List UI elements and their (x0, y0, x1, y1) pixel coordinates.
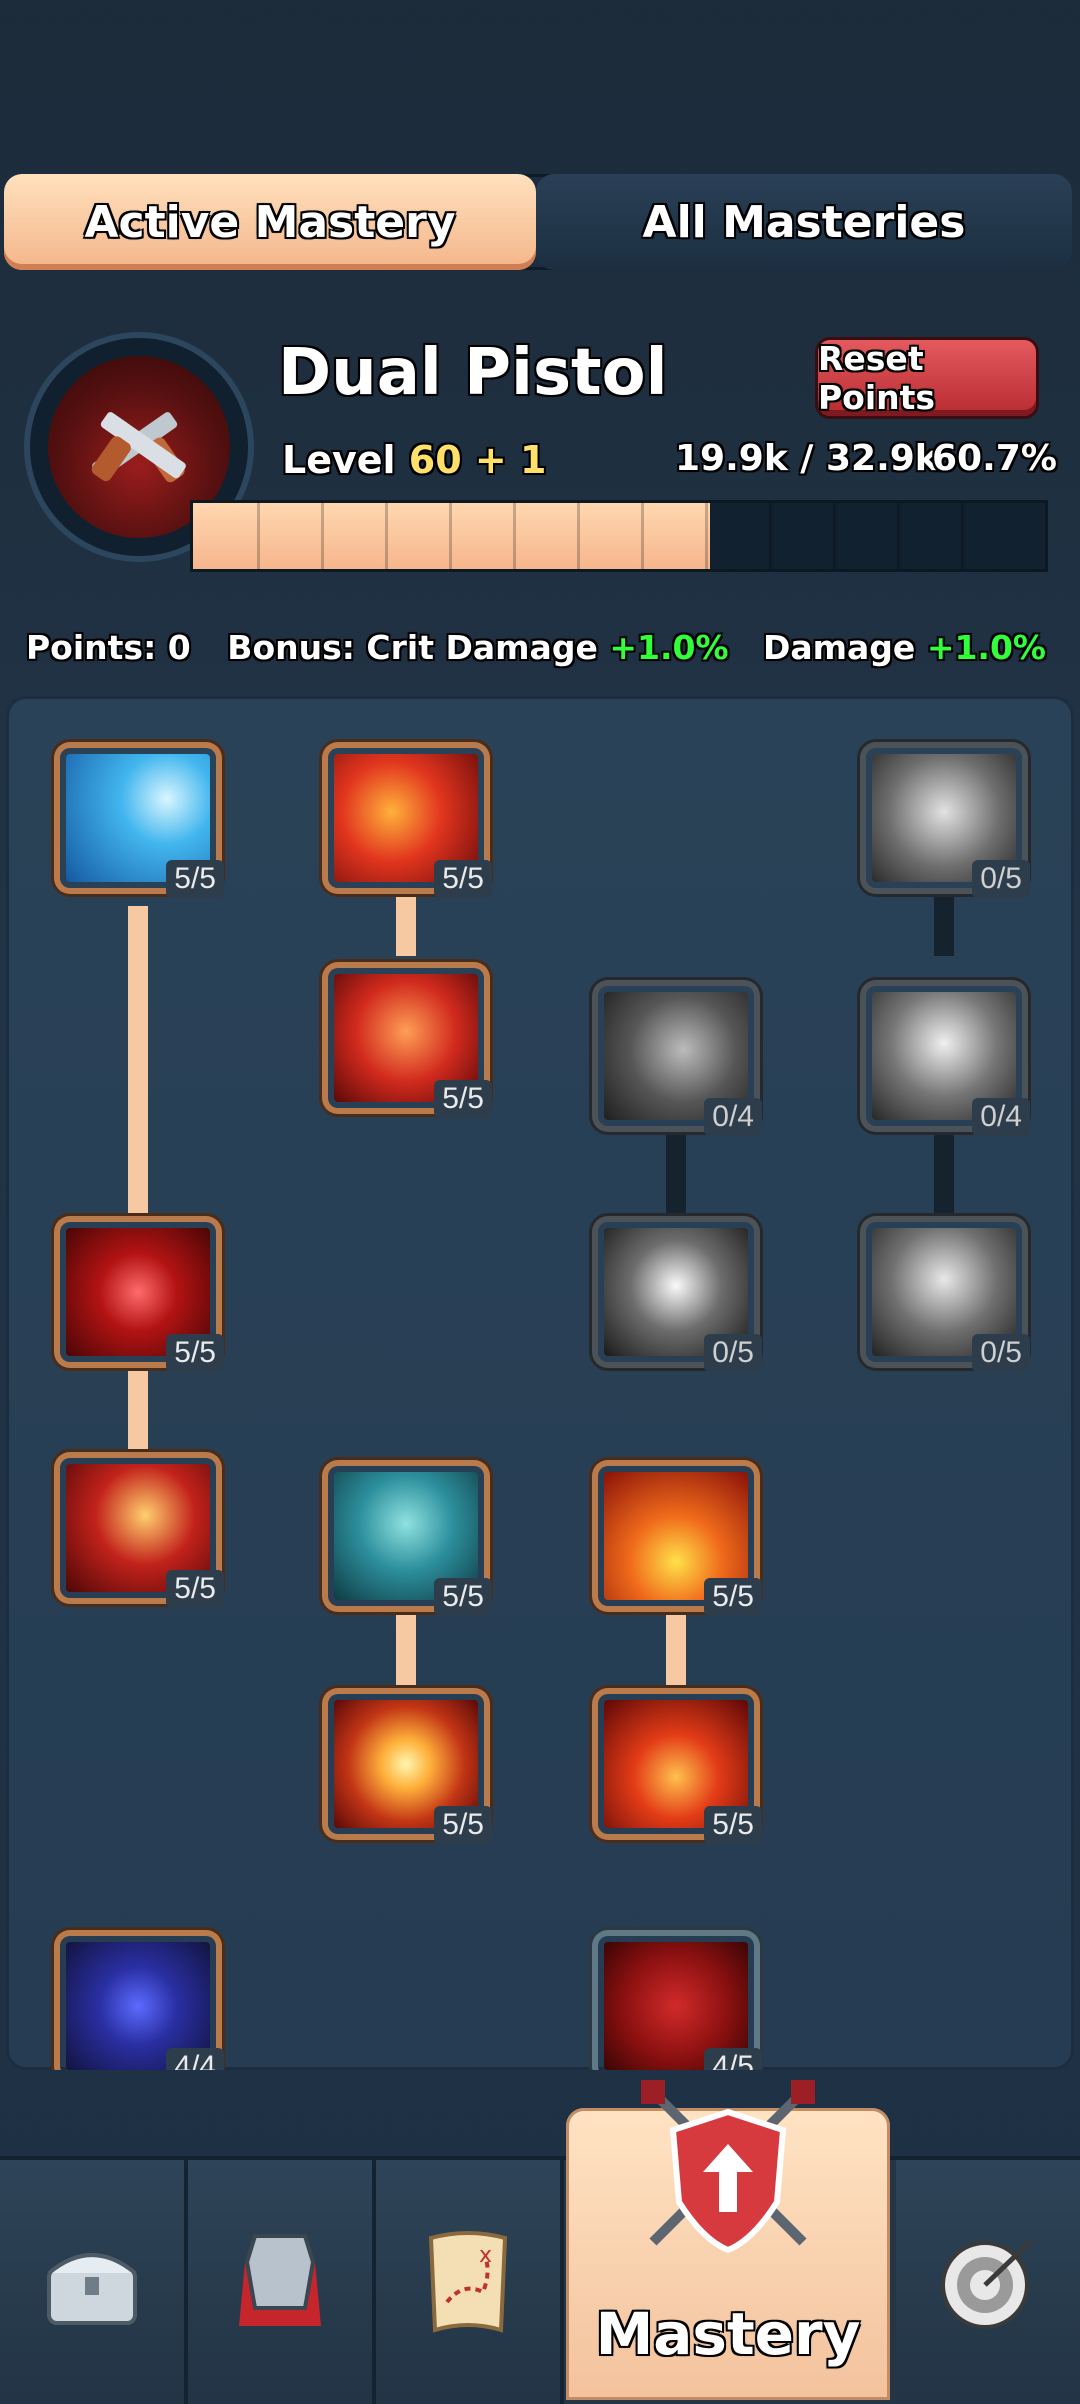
progress-segment-divider (513, 503, 516, 569)
progress-segment-divider (577, 503, 580, 569)
bottom-nav: x (0, 2156, 1080, 2404)
skill-node[interactable]: 5/5 (328, 1466, 492, 1616)
nav-armor-button[interactable] (188, 2160, 376, 2404)
skill-level-badge: 0/4 (972, 1098, 1030, 1136)
progress-segment-divider (833, 503, 836, 569)
bonus-damage-value: +1.0% (926, 628, 1046, 667)
skill-node[interactable]: 5/5 (328, 1694, 492, 1844)
skill-level-badge: 5/5 (166, 860, 224, 898)
xp-progress-percent: 60.7% (932, 438, 1057, 479)
progress-segment-divider (321, 503, 324, 569)
nav-mastery-label: Mastery (595, 2300, 861, 2368)
skill-level-badge: 5/5 (434, 1080, 492, 1118)
skill-node[interactable]: 0/5 (866, 748, 1030, 898)
skill-node[interactable]: 5/5 (598, 1466, 762, 1616)
skill-connector (396, 896, 416, 956)
svg-text:x: x (479, 2243, 492, 2268)
tab-active-mastery[interactable]: Active Mastery (4, 174, 536, 270)
skill-node[interactable]: 5/5 (328, 968, 492, 1118)
skill-connector (934, 896, 954, 956)
skill-node[interactable]: 0/4 (866, 986, 1030, 1136)
progress-segment-divider (961, 503, 964, 569)
skill-level-badge: 5/5 (166, 1334, 224, 1372)
skill-node[interactable]: 0/5 (866, 1222, 1030, 1372)
skill-connector (128, 906, 148, 1216)
xp-progress-bar (190, 500, 1048, 572)
skill-connector (666, 1126, 686, 1214)
skill-level-badge: 0/5 (704, 1334, 762, 1372)
treasure-chest-icon (47, 2253, 137, 2325)
skill-node[interactable]: 0/4 (598, 986, 762, 1136)
nav-map-button[interactable]: x (376, 2160, 564, 2404)
skill-connector (396, 1614, 416, 1692)
armor-icon (239, 2234, 321, 2326)
skill-level-badge: 4/5 (704, 2048, 762, 2070)
skill-node[interactable]: 4/4 (60, 1936, 224, 2070)
skill-level-badge: 0/5 (972, 1334, 1030, 1372)
level-label: Level (282, 438, 396, 482)
weapon-name: Dual Pistol (278, 336, 668, 410)
progress-segment-divider (897, 503, 900, 569)
progress-segment-divider (449, 503, 452, 569)
skill-level-badge: 5/5 (166, 1570, 224, 1608)
bonus-crit-value: +1.0% (609, 628, 729, 667)
skill-level-badge: 0/4 (704, 1098, 762, 1136)
skill-node[interactable]: 5/5 (328, 748, 492, 898)
bonus-prefix: Bonus: Crit Damage (227, 628, 598, 667)
skill-node[interactable]: 5/5 (598, 1694, 762, 1844)
skill-node[interactable]: 5/5 (60, 1222, 224, 1372)
level-value: 60 + 1 (408, 438, 547, 482)
nav-mastery-button[interactable]: Mastery (566, 2080, 890, 2400)
progress-segment-divider (385, 503, 388, 569)
nav-target-button[interactable] (896, 2160, 1080, 2404)
skill-connector (666, 1614, 686, 1692)
skill-level-badge: 5/5 (704, 1578, 762, 1616)
skill-level-badge: 0/5 (972, 860, 1030, 898)
points-available: Points: 0 (26, 628, 191, 667)
nav-chest-button[interactable] (0, 2160, 188, 2404)
progress-segment-divider (705, 503, 708, 569)
skill-tree-panel[interactable]: 5/5 5/5 0/5 5/5 0/4 0/4 5/5 0/5 0/5 5/5 … (6, 696, 1074, 2070)
weapon-level: Level 60 + 1 (282, 438, 546, 482)
reset-points-button[interactable]: Reset Points (818, 339, 1036, 417)
skill-level-badge: 5/5 (434, 1806, 492, 1844)
treasure-map-icon: x (428, 2231, 508, 2333)
xp-progress-text: 19.9k / 32.9k (675, 438, 939, 479)
skill-node[interactable]: 5/5 (60, 1458, 224, 1608)
skill-level-badge: 5/5 (434, 1578, 492, 1616)
skill-node[interactable]: 5/5 (60, 748, 224, 898)
bonus-damage-label: Damage (762, 628, 916, 667)
mastery-tabs: Active Mastery All Masteries (4, 174, 1072, 270)
target-icon (941, 2239, 1033, 2329)
skill-connector (128, 1371, 148, 1451)
skill-level-badge: 5/5 (704, 1806, 762, 1844)
tab-all-masteries[interactable]: All Masteries (536, 174, 1072, 270)
progress-segment-divider (641, 503, 644, 569)
skill-node[interactable]: 0/5 (598, 1222, 762, 1372)
mastery-shield-icon (641, 2080, 815, 2254)
skill-connector (934, 1126, 954, 1214)
progress-segment-divider (769, 503, 772, 569)
skill-level-badge: 4/4 (166, 2048, 224, 2070)
bonus-summary: Bonus: Crit Damage +1.0% Damage +1.0% (227, 628, 1046, 667)
skill-node[interactable]: 4/5 (598, 1936, 762, 2070)
skill-level-badge: 5/5 (434, 860, 492, 898)
progress-segment-divider (257, 503, 260, 569)
